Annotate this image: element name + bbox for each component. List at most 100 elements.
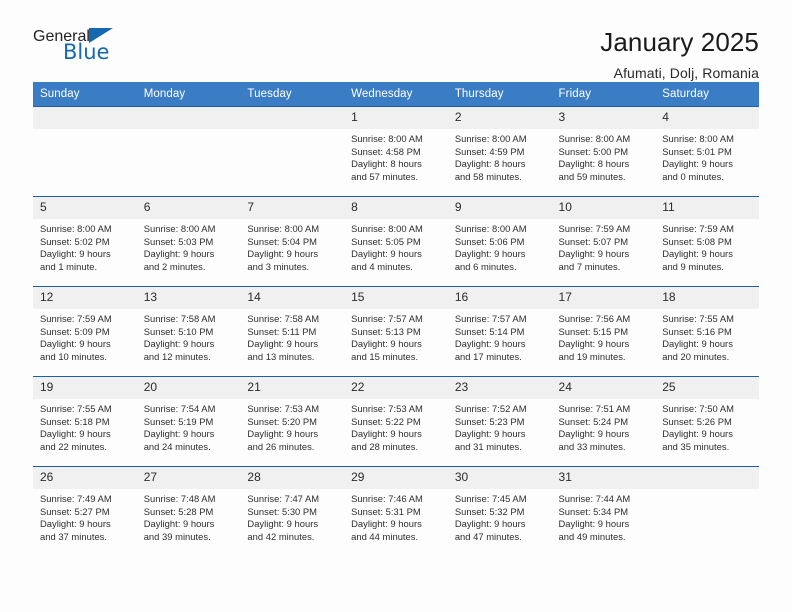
- calendar-day-cell[interactable]: 12 Sunrise: 7:59 AM Sunset: 5:09 PM Dayligh…: [33, 286, 137, 377]
- sunset-text: Sunset: 5:22 PM: [351, 415, 421, 427]
- day-number: [240, 107, 345, 129]
- day-info: Sunrise: 7:50 AM Sunset: 5:26 PM Daylight:…: [655, 399, 759, 453]
- calendar-day-cell[interactable]: 21 Sunrise: 7:53 AM Sunset: 5:20 PM Dayligh…: [240, 376, 345, 467]
- day-number: [33, 107, 137, 129]
- sunset-text: Sunset: 5:19 PM: [143, 415, 214, 427]
- day-number: 8: [344, 197, 448, 219]
- day-number: 20: [136, 377, 241, 399]
- daylight-text-cont: and 42 minutes.: [247, 530, 315, 542]
- daylight-text: Daylight: 9 hours: [351, 518, 422, 530]
- sunrise-text: Sunrise: 7:56 AM: [558, 313, 631, 324]
- sunset-text: Sunset: 5:03 PM: [143, 235, 214, 247]
- weekday-header-monday: Monday: [136, 82, 241, 107]
- weekday-header-wednesday: Wednesday: [344, 82, 448, 107]
- calendar-day-cell[interactable]: 9 Sunrise: 8:00 AM Sunset: 5:06 PM Daylight…: [447, 196, 552, 287]
- calendar-day-cell[interactable]: 24 Sunrise: 7:51 AM Sunset: 5:24 PM Dayligh…: [551, 376, 656, 467]
- daylight-text-cont: and 58 minutes.: [454, 170, 522, 182]
- sunset-text: Sunset: 5:16 PM: [662, 325, 732, 337]
- calendar-day-cell[interactable]: 22 Sunrise: 7:53 AM Sunset: 5:22 PM Dayligh…: [344, 376, 448, 467]
- daylight-text-cont: and 0 minutes.: [662, 170, 724, 182]
- calendar-day-cell[interactable]: 13 Sunrise: 7:58 AM Sunset: 5:10 PM Dayligh…: [136, 286, 241, 377]
- daylight-text: Daylight: 9 hours: [351, 248, 422, 260]
- daylight-text: Daylight: 9 hours: [40, 338, 111, 350]
- sunset-text: Sunset: 5:04 PM: [247, 235, 318, 247]
- page-header: General Blue January 2025 Afumati, Dolj,…: [33, 0, 759, 81]
- daylight-text-cont: and 20 minutes.: [662, 350, 730, 362]
- calendar-day-cell[interactable]: 1 Sunrise: 8:00 AM Sunset: 4:58 PM Daylight…: [344, 106, 448, 197]
- day-number: 15: [344, 287, 448, 309]
- daylight-text-cont: and 57 minutes.: [351, 170, 419, 182]
- sunset-text: Sunset: 5:10 PM: [143, 325, 214, 337]
- daylight-text-cont: and 31 minutes.: [454, 440, 522, 452]
- daylight-text: Daylight: 9 hours: [247, 428, 319, 440]
- day-number: 1: [344, 107, 448, 129]
- calendar-day-cell[interactable]: 8 Sunrise: 8:00 AM Sunset: 5:05 PM Daylight…: [344, 196, 448, 287]
- sunset-text: Sunset: 5:14 PM: [454, 325, 525, 337]
- sunset-text: Sunset: 5:20 PM: [247, 415, 318, 427]
- calendar-day-cell[interactable]: 14 Sunrise: 7:58 AM Sunset: 5:11 PM Dayligh…: [240, 286, 345, 377]
- daylight-text: Daylight: 9 hours: [40, 518, 111, 530]
- calendar-day-cell[interactable]: 20 Sunrise: 7:54 AM Sunset: 5:19 PM Dayligh…: [136, 376, 241, 467]
- daylight-text: Daylight: 9 hours: [143, 338, 215, 350]
- sunrise-text: Sunrise: 8:00 AM: [662, 133, 734, 144]
- sunrise-text: Sunrise: 8:00 AM: [558, 133, 631, 144]
- daylight-text: Daylight: 9 hours: [351, 338, 422, 350]
- day-number: 4: [655, 107, 759, 129]
- day-info: Sunrise: 7:44 AM Sunset: 5:34 PM Daylight:…: [552, 489, 656, 543]
- day-info: Sunrise: 7:51 AM Sunset: 5:24 PM Daylight:…: [552, 399, 656, 453]
- page-title: January 2025: [600, 27, 759, 57]
- calendar-day-cell[interactable]: 23 Sunrise: 7:52 AM Sunset: 5:23 PM Dayligh…: [447, 376, 552, 467]
- day-number: [655, 467, 759, 489]
- sunset-text: Sunset: 5:07 PM: [558, 235, 629, 247]
- day-number: 31: [551, 467, 656, 489]
- weekday-header-sunday: Sunday: [33, 82, 137, 107]
- calendar-day-cell[interactable]: 16 Sunrise: 7:57 AM Sunset: 5:14 PM Dayligh…: [447, 286, 552, 377]
- sunrise-text: Sunrise: 7:59 AM: [662, 223, 734, 234]
- day-number: 25: [655, 377, 759, 399]
- sunrise-text: Sunrise: 7:57 AM: [454, 313, 527, 324]
- calendar-day-cell[interactable]: 11 Sunrise: 7:59 AM Sunset: 5:08 PM Dayligh…: [655, 196, 759, 287]
- calendar-day-cell[interactable]: 26 Sunrise: 7:49 AM Sunset: 5:27 PM Dayligh…: [33, 466, 137, 557]
- brand-logo[interactable]: General Blue: [33, 28, 153, 63]
- daylight-text: Daylight: 9 hours: [662, 428, 733, 440]
- calendar-day-cell[interactable]: 7 Sunrise: 8:00 AM Sunset: 5:04 PM Daylight…: [240, 196, 345, 287]
- sunset-text: Sunset: 5:27 PM: [40, 505, 110, 517]
- day-number: 18: [655, 287, 759, 309]
- calendar-day-cell[interactable]: 18 Sunrise: 7:55 AM Sunset: 5:16 PM Dayligh…: [655, 286, 759, 377]
- sunset-text: Sunset: 5:13 PM: [351, 325, 421, 337]
- day-number: 29: [344, 467, 448, 489]
- daylight-text-cont: and 22 minutes.: [40, 440, 108, 452]
- day-number: 24: [551, 377, 656, 399]
- daylight-text: Daylight: 9 hours: [247, 248, 319, 260]
- calendar-day-cell[interactable]: 5 Sunrise: 8:00 AM Sunset: 5:02 PM Daylight…: [33, 196, 137, 287]
- calendar-day-cell[interactable]: 31 Sunrise: 7:44 AM Sunset: 5:34 PM Dayligh…: [551, 466, 656, 557]
- sunset-text: Sunset: 5:32 PM: [454, 505, 525, 517]
- day-number: 27: [136, 467, 241, 489]
- day-info: Sunrise: 8:00 AM Sunset: 5:00 PM Daylight:…: [552, 129, 656, 183]
- calendar-day-cell[interactable]: 17 Sunrise: 7:56 AM Sunset: 5:15 PM Dayligh…: [551, 286, 656, 377]
- calendar-day-cell[interactable]: 10 Sunrise: 7:59 AM Sunset: 5:07 PM Dayligh…: [551, 196, 656, 287]
- day-info: Sunrise: 8:00 AM Sunset: 4:59 PM Daylight:…: [448, 129, 552, 183]
- calendar-day-cell[interactable]: 3 Sunrise: 8:00 AM Sunset: 5:00 PM Daylight…: [551, 106, 656, 197]
- day-number: 11: [655, 197, 759, 219]
- calendar-day-cell[interactable]: 15 Sunrise: 7:57 AM Sunset: 5:13 PM Dayligh…: [344, 286, 448, 377]
- calendar-day-cell[interactable]: 6 Sunrise: 8:00 AM Sunset: 5:03 PM Daylight…: [136, 196, 241, 287]
- calendar-day-cell[interactable]: 29 Sunrise: 7:46 AM Sunset: 5:31 PM Dayligh…: [344, 466, 448, 557]
- calendar-day-cell[interactable]: 28 Sunrise: 7:47 AM Sunset: 5:30 PM Dayligh…: [240, 466, 345, 557]
- daylight-text: Daylight: 9 hours: [247, 518, 319, 530]
- sunrise-text: Sunrise: 7:55 AM: [662, 313, 734, 324]
- calendar-day-cell[interactable]: 30 Sunrise: 7:45 AM Sunset: 5:32 PM Dayligh…: [447, 466, 552, 557]
- calendar-day-cell[interactable]: 4 Sunrise: 8:00 AM Sunset: 5:01 PM Daylight…: [655, 106, 759, 197]
- sunset-text: Sunset: 5:28 PM: [143, 505, 214, 517]
- brand-name-bottom: Blue: [63, 40, 110, 64]
- day-info: Sunrise: 7:57 AM Sunset: 5:14 PM Daylight:…: [448, 309, 552, 363]
- calendar-day-cell[interactable]: 2 Sunrise: 8:00 AM Sunset: 4:59 PM Daylight…: [447, 106, 552, 197]
- sunrise-text: Sunrise: 8:00 AM: [454, 133, 527, 144]
- sunrise-text: Sunrise: 7:59 AM: [40, 313, 112, 324]
- day-info: Sunrise: 7:56 AM Sunset: 5:15 PM Daylight:…: [552, 309, 656, 363]
- calendar-cell-empty: [136, 106, 241, 197]
- daylight-text-cont: and 28 minutes.: [351, 440, 419, 452]
- calendar-day-cell[interactable]: 25 Sunrise: 7:50 AM Sunset: 5:26 PM Dayligh…: [655, 376, 759, 467]
- calendar-day-cell[interactable]: 19 Sunrise: 7:55 AM Sunset: 5:18 PM Dayligh…: [33, 376, 137, 467]
- calendar-day-cell[interactable]: 27 Sunrise: 7:48 AM Sunset: 5:28 PM Dayligh…: [136, 466, 241, 557]
